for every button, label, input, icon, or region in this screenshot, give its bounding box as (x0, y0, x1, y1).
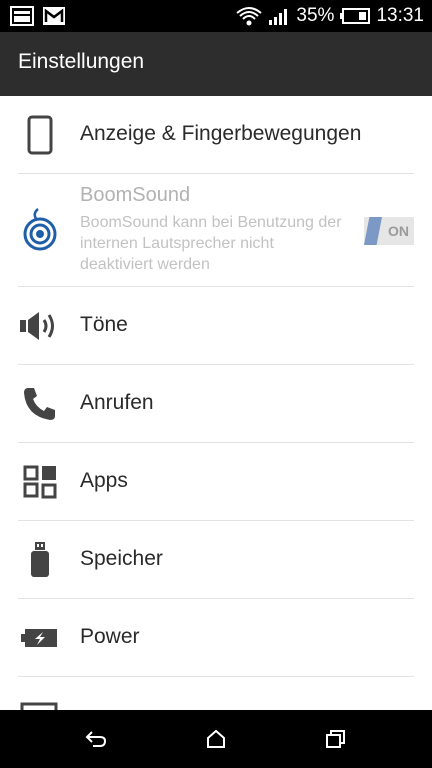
status-bar: 35% 13:31 (0, 0, 432, 32)
settings-item-storage[interactable]: Speicher (0, 521, 432, 599)
battery-percent: 35% (296, 5, 335, 26)
settings-item-sounds[interactable]: Töne (0, 287, 432, 365)
wifi-icon (236, 7, 263, 26)
boomsound-toggle[interactable]: ON (364, 217, 414, 245)
back-button[interactable] (80, 724, 112, 754)
boomsound-title: BoomSound (80, 184, 191, 206)
apps-grid-icon (18, 460, 62, 504)
clock: 13:31 (376, 5, 424, 26)
battery-power-icon (18, 616, 62, 660)
settings-item-boomsound[interactable]: BoomSound BoomSound kann bei Benutzung d… (0, 174, 432, 287)
settings-item-label: Anrufen (80, 391, 154, 414)
phone-display-icon (18, 113, 62, 157)
settings-item-label: Power (80, 625, 140, 648)
partial-item-icon (20, 702, 58, 710)
settings-item-power[interactable]: Power (0, 599, 432, 677)
recents-icon (326, 730, 345, 748)
action-bar: Einstellungen (0, 32, 432, 96)
boomsound-icon (18, 208, 62, 252)
home-button[interactable] (200, 724, 232, 754)
home-icon (207, 729, 225, 748)
speaker-icon (18, 304, 62, 348)
toggle-label: ON (388, 223, 409, 239)
gallery-icon (10, 6, 34, 26)
recents-button[interactable] (320, 724, 352, 754)
settings-item-label: Apps (80, 469, 128, 492)
settings-item-display[interactable]: Anzeige & Fingerbewegungen (0, 96, 432, 174)
usb-storage-icon (18, 538, 62, 582)
page-title: Einstellungen (18, 50, 145, 73)
back-icon (85, 731, 107, 747)
settings-item-apps[interactable]: Apps (0, 443, 432, 521)
settings-item-label: Töne (80, 313, 128, 336)
navigation-bar (0, 710, 432, 768)
battery-icon (340, 8, 371, 24)
settings-item-calls[interactable]: Anrufen (0, 365, 432, 443)
phone-handset-icon (18, 382, 62, 426)
boomsound-description: BoomSound kann bei Benutzung der interne… (80, 214, 342, 273)
divider (18, 676, 414, 677)
gmail-icon (43, 7, 65, 25)
signal-icon (269, 9, 288, 25)
toggle-thumb (364, 217, 382, 245)
settings-list: Anzeige & Fingerbewegungen BoomSound Boo… (0, 96, 432, 677)
settings-item-label: Anzeige & Fingerbewegungen (80, 122, 362, 145)
settings-item-label: Speicher (80, 547, 163, 570)
settings-item-partial[interactable] (0, 680, 432, 710)
